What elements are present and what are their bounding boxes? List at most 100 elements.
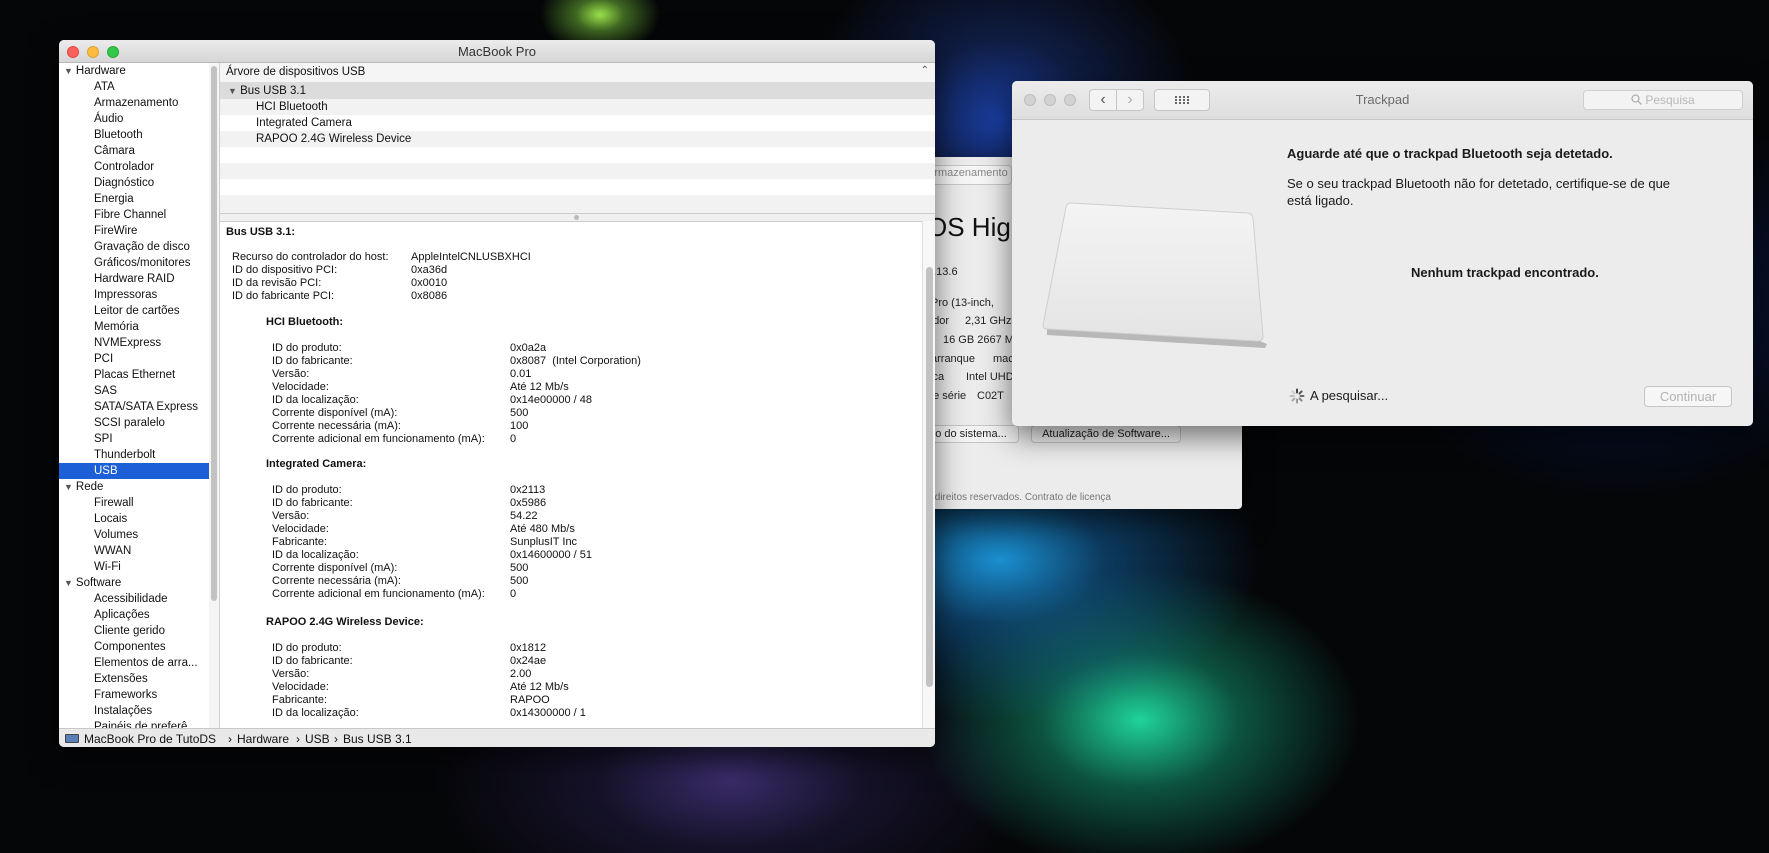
detail-scrollbar[interactable] bbox=[922, 221, 935, 728]
path-item-usb[interactable]: USB bbox=[305, 732, 330, 746]
path-item-computer[interactable]: MacBook Pro de TutoDS bbox=[84, 732, 216, 746]
sidebar-section-software[interactable]: ▼ Software bbox=[59, 575, 209, 591]
memory-value: 16 GB 2667 M bbox=[943, 334, 1014, 346]
sidebar-item-preference-panes[interactable]: Painéis de preferê... bbox=[59, 719, 209, 728]
sidebar-item-sas[interactable]: SAS bbox=[59, 383, 209, 399]
splitter-grip[interactable] bbox=[574, 215, 579, 220]
sidebar-item-wifi[interactable]: Wi-Fi bbox=[59, 559, 209, 575]
sidebar-item-sata[interactable]: SATA/SATA Express bbox=[59, 399, 209, 415]
sidebar-item-controller[interactable]: Controlador bbox=[59, 159, 209, 175]
disclosure-triangle-icon[interactable]: ▼ bbox=[64, 66, 73, 76]
sidebar-item-usb[interactable]: USB bbox=[59, 463, 209, 479]
sidebar-item-card-reader[interactable]: Leitor de cartões bbox=[59, 303, 209, 319]
sidebar-item-locations[interactable]: Locais bbox=[59, 511, 209, 527]
sidebar-item-audio[interactable]: Áudio bbox=[59, 111, 209, 127]
usb-tree-header[interactable]: Árvore de dispositivos USB ⌃ bbox=[220, 63, 935, 83]
tree-row-integrated-camera[interactable]: Integrated Camera bbox=[220, 115, 935, 131]
sidebar-section-hardware[interactable]: ▼ Hardware bbox=[59, 63, 209, 79]
detail-label: ID da localização: bbox=[272, 707, 359, 719]
about-tab-storage[interactable]: Armazenamento bbox=[927, 167, 1008, 179]
detail-label: Corrente necessária (mA): bbox=[272, 420, 401, 432]
os-name: OS Hig bbox=[927, 212, 1011, 242]
detail-label: Velocidade: bbox=[272, 381, 329, 393]
detail-label: Velocidade: bbox=[272, 681, 329, 693]
detail-label: Corrente necessária (mA): bbox=[272, 575, 401, 587]
path-item-hardware[interactable]: Hardware bbox=[237, 732, 289, 746]
sidebar-item-startup-items[interactable]: Elementos de arra... bbox=[59, 655, 209, 671]
detail-label: Versão: bbox=[272, 510, 310, 522]
sidebar-item-managed-client[interactable]: Cliente gerido bbox=[59, 623, 209, 639]
chevron-up-icon[interactable]: ⌃ bbox=[921, 65, 929, 76]
sidebar-item-ethernet[interactable]: Placas Ethernet bbox=[59, 367, 209, 383]
software-update-button[interactable]: Atualização de Software... bbox=[1031, 425, 1181, 443]
detail-label: ID do fabricante: bbox=[272, 655, 353, 667]
tree-row-rapoo[interactable]: RAPOO 2.4G Wireless Device bbox=[220, 131, 935, 147]
sidebar-item-disc-burning[interactable]: Gravação de disco bbox=[59, 239, 209, 255]
sidebar-section-network[interactable]: ▼ Rede bbox=[59, 479, 209, 495]
detail-label: ID do fabricante: bbox=[272, 497, 353, 509]
no-trackpad-message: Nenhum trackpad encontrado. bbox=[1411, 265, 1599, 280]
sidebar-item-diagnostics[interactable]: Diagnóstico bbox=[59, 175, 209, 191]
disclosure-triangle-icon[interactable]: ▼ bbox=[64, 482, 73, 492]
sidebar-item-spi[interactable]: SPI bbox=[59, 431, 209, 447]
detail-value: RAPOO bbox=[510, 694, 550, 706]
sidebar-item-accessibility[interactable]: Acessibilidade bbox=[59, 591, 209, 607]
searching-status: A pesquisar... bbox=[1310, 388, 1389, 403]
chevron-right-icon: › bbox=[334, 732, 338, 746]
sidebar-item-installations[interactable]: Instalações bbox=[59, 703, 209, 719]
sidebar: ▼ Hardware ATA Armazenamento Áudio Blueto… bbox=[59, 63, 209, 728]
sidebar-item-applications[interactable]: Aplicações bbox=[59, 607, 209, 623]
tree-row-empty bbox=[220, 179, 935, 195]
search-field[interactable]: Pesquisa bbox=[1583, 90, 1743, 110]
path-item-bus[interactable]: Bus USB 3.1 bbox=[343, 732, 412, 746]
disclosure-triangle-icon[interactable]: ▼ bbox=[64, 578, 73, 588]
sidebar-item-printers[interactable]: Impressoras bbox=[59, 287, 209, 303]
window-title: MacBook Pro bbox=[457, 44, 537, 59]
magic-trackpad-image bbox=[1042, 202, 1267, 348]
detail-value: 500 bbox=[510, 575, 529, 587]
detail-value: 0x14300000 / 1 bbox=[510, 707, 586, 719]
detail-label: ID do produto: bbox=[272, 642, 342, 654]
sidebar-item-storage[interactable]: Armazenamento bbox=[59, 95, 209, 111]
sidebar-item-bluetooth[interactable]: Bluetooth bbox=[59, 127, 209, 143]
detail-value: 0x8086 bbox=[411, 290, 448, 302]
detail-value: AppleIntelCNLUSBXHCI bbox=[411, 251, 531, 263]
startup-label: arranque bbox=[931, 353, 976, 365]
sidebar-item-volumes[interactable]: Volumes bbox=[59, 527, 209, 543]
detail-label: ID da revisão PCI: bbox=[232, 277, 322, 289]
detail-scroll-thumb[interactable] bbox=[926, 267, 933, 687]
sidebar-item-components[interactable]: Componentes bbox=[59, 639, 209, 655]
tree-row-empty bbox=[220, 147, 935, 163]
sidebar-item-firewire[interactable]: FireWire bbox=[59, 223, 209, 239]
sidebar-item-extensions[interactable]: Extensões bbox=[59, 671, 209, 687]
disclosure-triangle-icon[interactable]: ▼ bbox=[228, 86, 237, 96]
sidebar-item-hardware-raid[interactable]: Hardware RAID bbox=[59, 271, 209, 287]
sidebar-item-graphics[interactable]: Gráficos/monitores bbox=[59, 255, 209, 271]
path-bar: MacBook Pro de TutoDS › Hardware › USB ›… bbox=[59, 728, 935, 747]
tree-row-hci-bluetooth[interactable]: HCI Bluetooth bbox=[220, 99, 935, 115]
sidebar-item-nvmexpress[interactable]: NVMExpress bbox=[59, 335, 209, 351]
sidebar-item-fibre-channel[interactable]: Fibre Channel bbox=[59, 207, 209, 223]
sidebar-scroll-thumb[interactable] bbox=[211, 66, 217, 601]
sidebar-item-ata[interactable]: ATA bbox=[59, 79, 209, 95]
detail-value: 0.01 bbox=[510, 368, 532, 380]
detail-value: 0x0010 bbox=[411, 277, 448, 289]
continue-button[interactable]: Continuar bbox=[1644, 386, 1732, 407]
waiting-heading: Aguarde até que o trackpad Bluetooth sej… bbox=[1287, 146, 1613, 161]
tree-row-bus[interactable]: ▼ Bus USB 3.1 bbox=[220, 83, 935, 99]
sidebar-item-camera[interactable]: Câmara bbox=[59, 143, 209, 159]
sidebar-item-wwan[interactable]: WWAN bbox=[59, 543, 209, 559]
sidebar-item-frameworks[interactable]: Frameworks bbox=[59, 687, 209, 703]
sidebar-item-thunderbolt[interactable]: Thunderbolt bbox=[59, 447, 209, 463]
sidebar-item-power[interactable]: Energia bbox=[59, 191, 209, 207]
graphics-value: Intel UHD bbox=[966, 371, 1014, 383]
sidebar-item-memory[interactable]: Memória bbox=[59, 319, 209, 335]
sidebar-item-pci[interactable]: PCI bbox=[59, 351, 209, 367]
detail-value: 0 bbox=[510, 433, 517, 445]
system-report-button[interactable]: o do sistema... bbox=[925, 425, 1019, 443]
sidebar-item-firewall[interactable]: Firewall bbox=[59, 495, 209, 511]
sidebar-scrollbar[interactable] bbox=[209, 63, 220, 728]
detail-value: 100 bbox=[510, 420, 529, 432]
chevron-right-icon: › bbox=[228, 732, 232, 746]
sidebar-item-scsi[interactable]: SCSI paralelo bbox=[59, 415, 209, 431]
